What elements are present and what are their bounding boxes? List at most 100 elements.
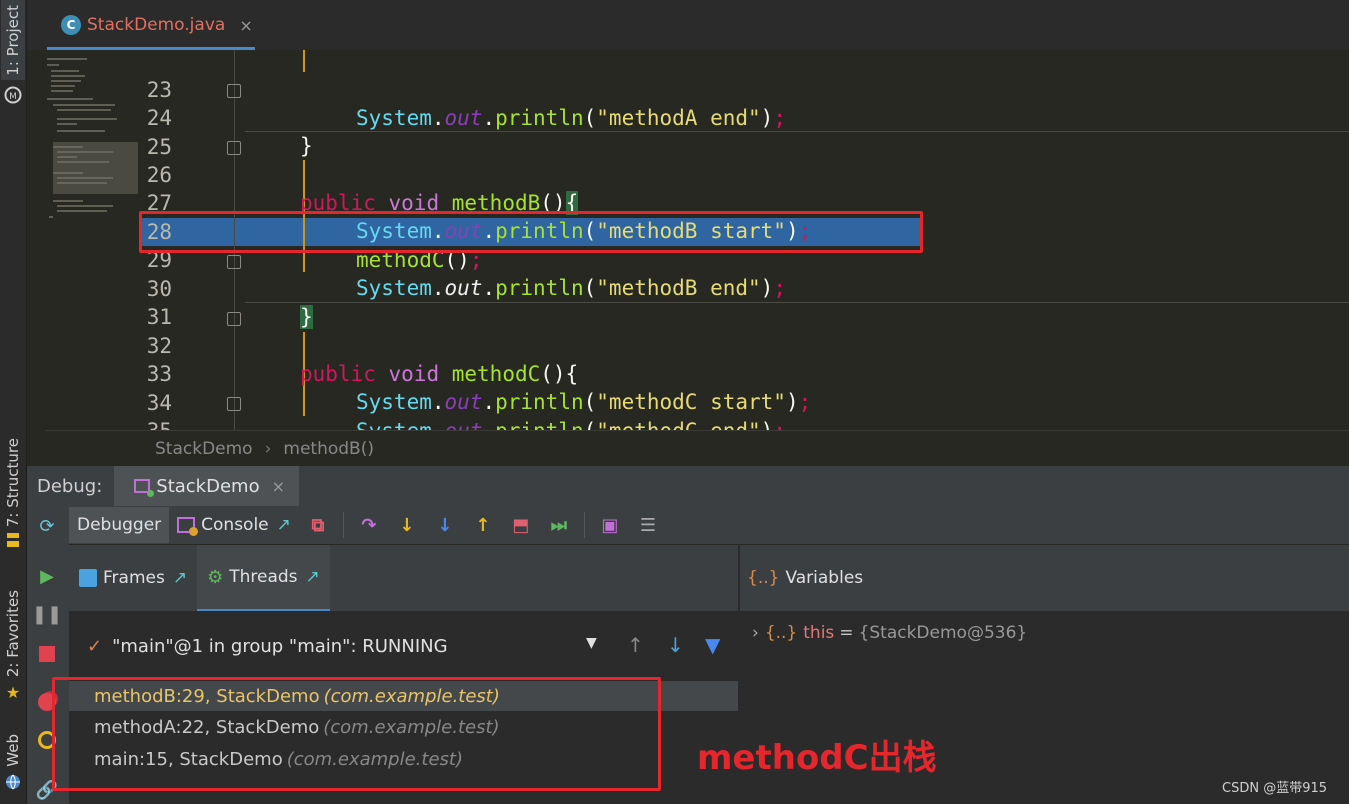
minimap-line [51, 70, 79, 72]
structure-tool-tab[interactable]: 7: Structure [1, 435, 25, 530]
file-tab-label: StackDemo.java [87, 15, 226, 35]
toolbar-separator [342, 512, 344, 538]
drop-frame-icon[interactable]: ⬒ [508, 512, 534, 538]
step-out-icon[interactable]: ↑ [470, 512, 496, 538]
code-minimap[interactable] [45, 50, 140, 430]
editor-tab-bar: C StackDemo.java × [27, 0, 1349, 50]
minimap-line [53, 104, 115, 106]
thread-selector[interactable]: ✓ "main"@1 in group "main": RUNNING ▼ ↑ … [69, 611, 738, 681]
step-into-icon[interactable]: ↓ [394, 512, 420, 538]
tab-debugger-label: Debugger [77, 515, 162, 535]
minimap-line [57, 177, 113, 179]
minimap-line [57, 130, 105, 132]
frames-threads-header: Frames ↗ ⚙ Threads ↗ [69, 545, 739, 611]
minimap-line [49, 216, 53, 218]
variable-value: {StackDemo@536} [858, 623, 1028, 643]
close-icon[interactable]: × [272, 477, 285, 496]
tab-console[interactable]: Console ↗ [169, 507, 299, 543]
resume-icon[interactable]: ▶ [35, 564, 59, 588]
minimap-line [57, 161, 109, 163]
favorites-tab-label: 2: Favorites [4, 590, 22, 678]
run-to-cursor-icon[interactable]: ⏭ [546, 512, 572, 538]
debug-tool-window-header: Debug: StackDemo × [27, 466, 1349, 506]
minimap-line [57, 118, 117, 120]
previous-frame-icon[interactable]: ↑ [627, 633, 644, 657]
close-icon[interactable]: × [239, 16, 252, 35]
svg-text:M: M [9, 92, 17, 102]
tab-frames-label: Frames [103, 568, 165, 588]
file-tab-stackdemo[interactable]: C StackDemo.java × [47, 0, 257, 50]
trace-settings-icon[interactable]: ☰ [635, 512, 661, 538]
chevron-right-icon[interactable]: › [752, 623, 759, 643]
frames-icon [79, 569, 97, 587]
highlight-box-frames [52, 677, 661, 791]
minimap-line [57, 123, 77, 125]
breadcrumb-class[interactable]: StackDemo [155, 439, 253, 459]
tab-threads[interactable]: ⚙ Threads ↗ [197, 545, 330, 611]
step-over-icon[interactable]: ↷ [356, 512, 382, 538]
code-line-32: 32 public void methodC(){ [140, 304, 1349, 386]
variable-name: this [803, 623, 835, 643]
variables-icon: {..} [747, 568, 780, 588]
filter-icon[interactable]: ▼ [705, 633, 720, 657]
breadcrumb: StackDemo › methodB() [45, 430, 1349, 466]
show-execution-point-icon[interactable]: ⧉ [305, 512, 331, 538]
star-icon: ★ [5, 682, 21, 702]
debugger-toolbar: Debugger Console ↗ ⧉ ↷ ↓ ↓ ↑ ⬒ ⏭ ▣ ☰ [69, 506, 1349, 544]
project-tool-tab[interactable]: 1: Project [1, 0, 25, 80]
code-line-27: 27 System.out.println("methodB start"); [140, 161, 1349, 243]
tab-threads-label: Threads [229, 567, 298, 587]
minimap-line [57, 156, 77, 158]
globe-icon [1, 772, 25, 792]
web-tool-tab[interactable]: Web [1, 730, 25, 770]
force-step-into-icon[interactable]: ↓ [432, 512, 458, 538]
minimap-line [51, 90, 73, 92]
code-line-35: 35 } [140, 389, 1349, 430]
code-line-24: 24 } [140, 76, 1349, 158]
minimap-line [53, 172, 83, 174]
code-line-33: 33 System.out.println("methodC start"); [140, 332, 1349, 414]
variable-equals: = [839, 623, 854, 643]
minimap-line [51, 85, 75, 87]
minimap-line [53, 146, 83, 148]
structure-tab-label: 7: Structure [4, 437, 22, 528]
tab-frames[interactable]: Frames ↗ [69, 545, 197, 611]
debug-label: Debug: [37, 475, 103, 497]
variable-row[interactable]: › {..} this = {StackDemo@536} [752, 623, 1027, 643]
minimap-line [53, 200, 83, 202]
tab-debugger[interactable]: Debugger [69, 507, 170, 543]
structure-icon [1, 531, 25, 549]
code-line-23: 23 System.out.println("methodA end"); [140, 50, 1349, 130]
debug-session-tab[interactable]: StackDemo × [114, 466, 299, 506]
rerun-icon[interactable]: ⟳ [35, 514, 59, 538]
evaluate-expression-icon[interactable]: ▣ [597, 512, 623, 538]
code-line-25: 25 [140, 105, 1349, 159]
stop-icon[interactable] [35, 642, 59, 666]
project-tab-label: 1: Project [4, 4, 22, 76]
variables-title: Variables [785, 568, 864, 588]
left-tool-strip: 1: Project M 7: Structure 2: Favorites ★… [0, 0, 27, 804]
variables-header: {..} Variables [739, 545, 1349, 611]
next-frame-icon[interactable]: ↓ [667, 633, 684, 657]
web-tab-label: Web [4, 733, 22, 767]
tab-console-label: Console [201, 515, 269, 535]
variable-icon: {..} [764, 623, 798, 643]
code-line-36: 36 } [140, 418, 1349, 430]
console-icon [177, 517, 199, 536]
java-class-icon: C [61, 15, 81, 35]
chevron-down-icon[interactable]: ▼ [586, 635, 597, 651]
debug-session-label: StackDemo [156, 475, 260, 497]
favorites-tool-tab[interactable]: 2: Favorites [1, 588, 25, 680]
restore-layout-icon[interactable]: ↗ [306, 567, 320, 587]
restore-layout-icon[interactable]: ↗ [173, 568, 187, 588]
maven-icon[interactable]: M [1, 84, 25, 106]
restore-layout-icon[interactable]: ↗ [277, 515, 291, 535]
breadcrumb-method[interactable]: methodB() [283, 439, 374, 459]
code-line-26: 26 public void methodB(){ [140, 133, 1349, 215]
pause-icon[interactable]: ❚❚ [32, 602, 62, 626]
breadcrumb-chevron-icon: › [264, 438, 272, 459]
toolbar-separator [583, 512, 585, 538]
minimap-line [57, 210, 107, 212]
annotation-text: methodC出栈 [697, 738, 937, 778]
minimap-line [51, 75, 85, 77]
